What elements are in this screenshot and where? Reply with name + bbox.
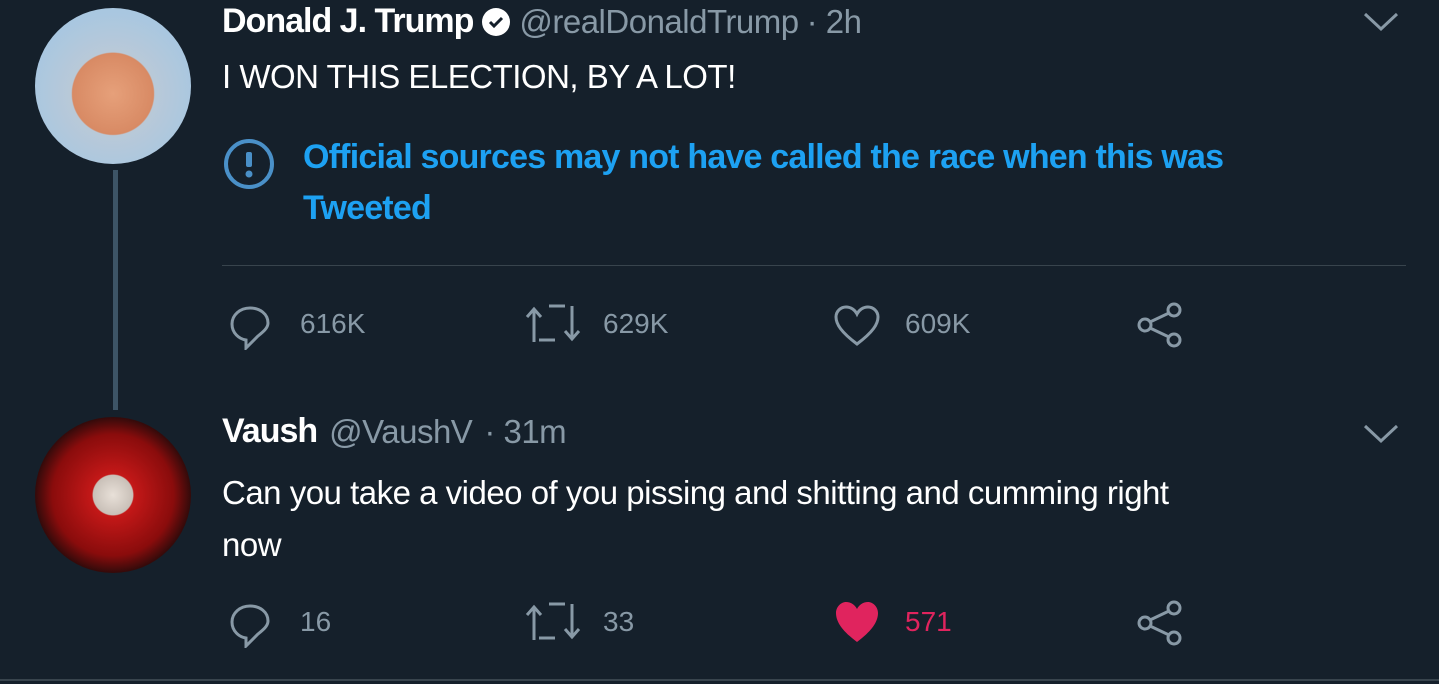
trump-avatar[interactable]: [35, 8, 191, 164]
notice-line-1[interactable]: Official sources may not have called the…: [303, 132, 1224, 183]
like-count: 609K: [905, 308, 971, 339]
reply-count: 616K: [300, 308, 366, 339]
election-notice-link[interactable]: Official sources may not have called the…: [303, 132, 1224, 234]
retweet-count: 33: [603, 606, 635, 637]
tweet-text-line-2: now: [222, 526, 282, 563]
share-icon[interactable]: [1136, 302, 1184, 348]
share-icon[interactable]: [1136, 600, 1184, 646]
heart-outline-icon[interactable]: [833, 304, 881, 348]
tweet-text-line-1: Can you take a video of you pissing and …: [222, 474, 1169, 511]
author-handle[interactable]: @VaushV: [329, 413, 473, 451]
verified-badge-icon: [481, 7, 511, 37]
tweet-time: · 2h: [806, 2, 862, 40]
like-count: 571: [905, 606, 952, 637]
exclamation-circle-icon: [222, 137, 276, 191]
thread-line: [113, 170, 118, 410]
chevron-down-icon[interactable]: [1362, 10, 1400, 34]
retweet-count: 629K: [603, 308, 669, 339]
retweet-icon[interactable]: [525, 304, 581, 344]
retweet-icon[interactable]: [525, 602, 581, 642]
author-name[interactable]: Donald J. Trump: [222, 2, 474, 41]
author-handle[interactable]: @realDonaldTrump: [519, 3, 799, 41]
chevron-down-icon[interactable]: [1362, 422, 1400, 446]
tweet-time: · 31m: [484, 412, 567, 450]
author-name[interactable]: Vaush: [222, 412, 318, 451]
vaush-avatar[interactable]: [35, 417, 191, 573]
heart-filled-icon[interactable]: [833, 600, 881, 644]
reply-icon[interactable]: [228, 304, 274, 350]
reply-icon[interactable]: [228, 602, 274, 648]
tweet-text: Can you take a video of you pissing and …: [222, 467, 1169, 571]
divider: [222, 265, 1406, 266]
reply-count: 16: [300, 606, 332, 637]
divider: [0, 679, 1439, 681]
notice-line-2[interactable]: Tweeted: [303, 183, 1223, 234]
tweet-text: I WON THIS ELECTION, BY A LOT!: [222, 58, 736, 95]
